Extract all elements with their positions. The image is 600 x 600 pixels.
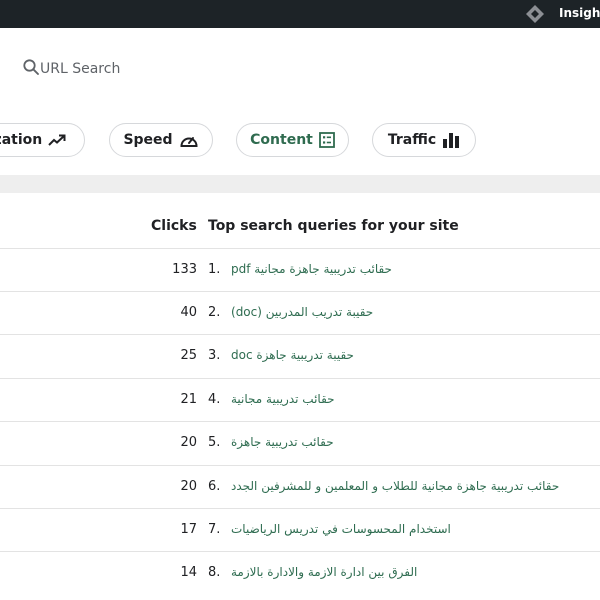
table-row: 20 5. حقائب تدريبية جاهزة xyxy=(0,421,600,465)
table-row: 40 2. حقيبة تدريب المدربين (doc) xyxy=(0,291,600,335)
query-link[interactable]: استخدام المحسوسات في تدريس الرياضيات xyxy=(231,522,451,536)
rank-number: 8. xyxy=(208,565,221,580)
clicks-value: 25 xyxy=(180,348,197,363)
insights-logo-icon[interactable] xyxy=(524,3,546,25)
tab-traffic-label: Traffic xyxy=(387,132,437,148)
tab-optimization[interactable]: ization xyxy=(0,123,85,157)
url-search-input[interactable] xyxy=(40,61,240,77)
rank-number: 6. xyxy=(208,479,221,494)
search-icon xyxy=(22,58,40,80)
trending-up-icon xyxy=(48,133,66,147)
table-row: 25 3. حقيبة تدريبية جاهزة doc xyxy=(0,334,600,378)
tab-traffic[interactable]: Traffic xyxy=(372,123,476,157)
bar-chart-icon xyxy=(442,132,460,148)
rank-number: 4. xyxy=(208,392,221,407)
table-row: 17 7. استخدام المحسوسات في تدريس الرياضي… xyxy=(0,508,600,552)
query-link[interactable]: الفرق بين ادارة الازمة والادارة بالازمة xyxy=(231,565,417,579)
clicks-value: 20 xyxy=(180,479,197,494)
query-link[interactable]: حقائب تدريبية جاهزة مجانية للطلاب و المع… xyxy=(231,479,559,493)
clicks-value: 14 xyxy=(180,565,197,580)
rank-number: 3. xyxy=(208,348,221,363)
clicks-value: 40 xyxy=(180,305,197,320)
rank-number: 2. xyxy=(208,305,221,320)
table-row: 20 6. حقائب تدريبية جاهزة مجانية للطلاب … xyxy=(0,465,600,509)
query-link[interactable]: حقائب تدريبية جاهزة مجانية pdf xyxy=(231,262,392,276)
table-row: 21 4. حقائب تدريبية مجانية xyxy=(0,378,600,422)
content-list-icon xyxy=(318,132,335,148)
query-link[interactable]: حقيبة تدريبية جاهزة doc xyxy=(231,348,354,362)
tab-speed[interactable]: Speed xyxy=(109,123,213,157)
queries-column-header: Top search queries for your site xyxy=(208,218,459,234)
table-row: 14 8. الفرق بين ادارة الازمة والادارة با… xyxy=(0,551,600,595)
clicks-value: 133 xyxy=(172,262,197,277)
section-divider xyxy=(0,175,600,193)
speedometer-icon xyxy=(179,132,199,148)
query-link[interactable]: حقائب تدريبية جاهزة xyxy=(231,435,334,449)
tab-content[interactable]: Content xyxy=(236,123,349,157)
clicks-value: 17 xyxy=(180,522,197,537)
query-link[interactable]: حقيبة تدريب المدربين (doc) xyxy=(231,305,373,319)
clicks-value: 20 xyxy=(180,435,197,450)
tab-speed-label: Speed xyxy=(123,132,173,148)
rank-number: 1. xyxy=(208,262,221,277)
url-search[interactable] xyxy=(22,58,240,80)
admin-top-bar: Insights xyxy=(0,0,600,28)
rank-number: 7. xyxy=(208,522,221,537)
clicks-column-header: Clicks xyxy=(151,218,197,234)
tab-optimization-label: ization xyxy=(0,132,43,148)
clicks-value: 21 xyxy=(180,392,197,407)
insights-menu-label[interactable]: Insights xyxy=(559,6,600,20)
table-row: 133 1. حقائب تدريبية جاهزة مجانية pdf xyxy=(0,248,600,292)
tab-content-label: Content xyxy=(250,132,313,148)
rank-number: 5. xyxy=(208,435,221,450)
query-link[interactable]: حقائب تدريبية مجانية xyxy=(231,392,335,406)
